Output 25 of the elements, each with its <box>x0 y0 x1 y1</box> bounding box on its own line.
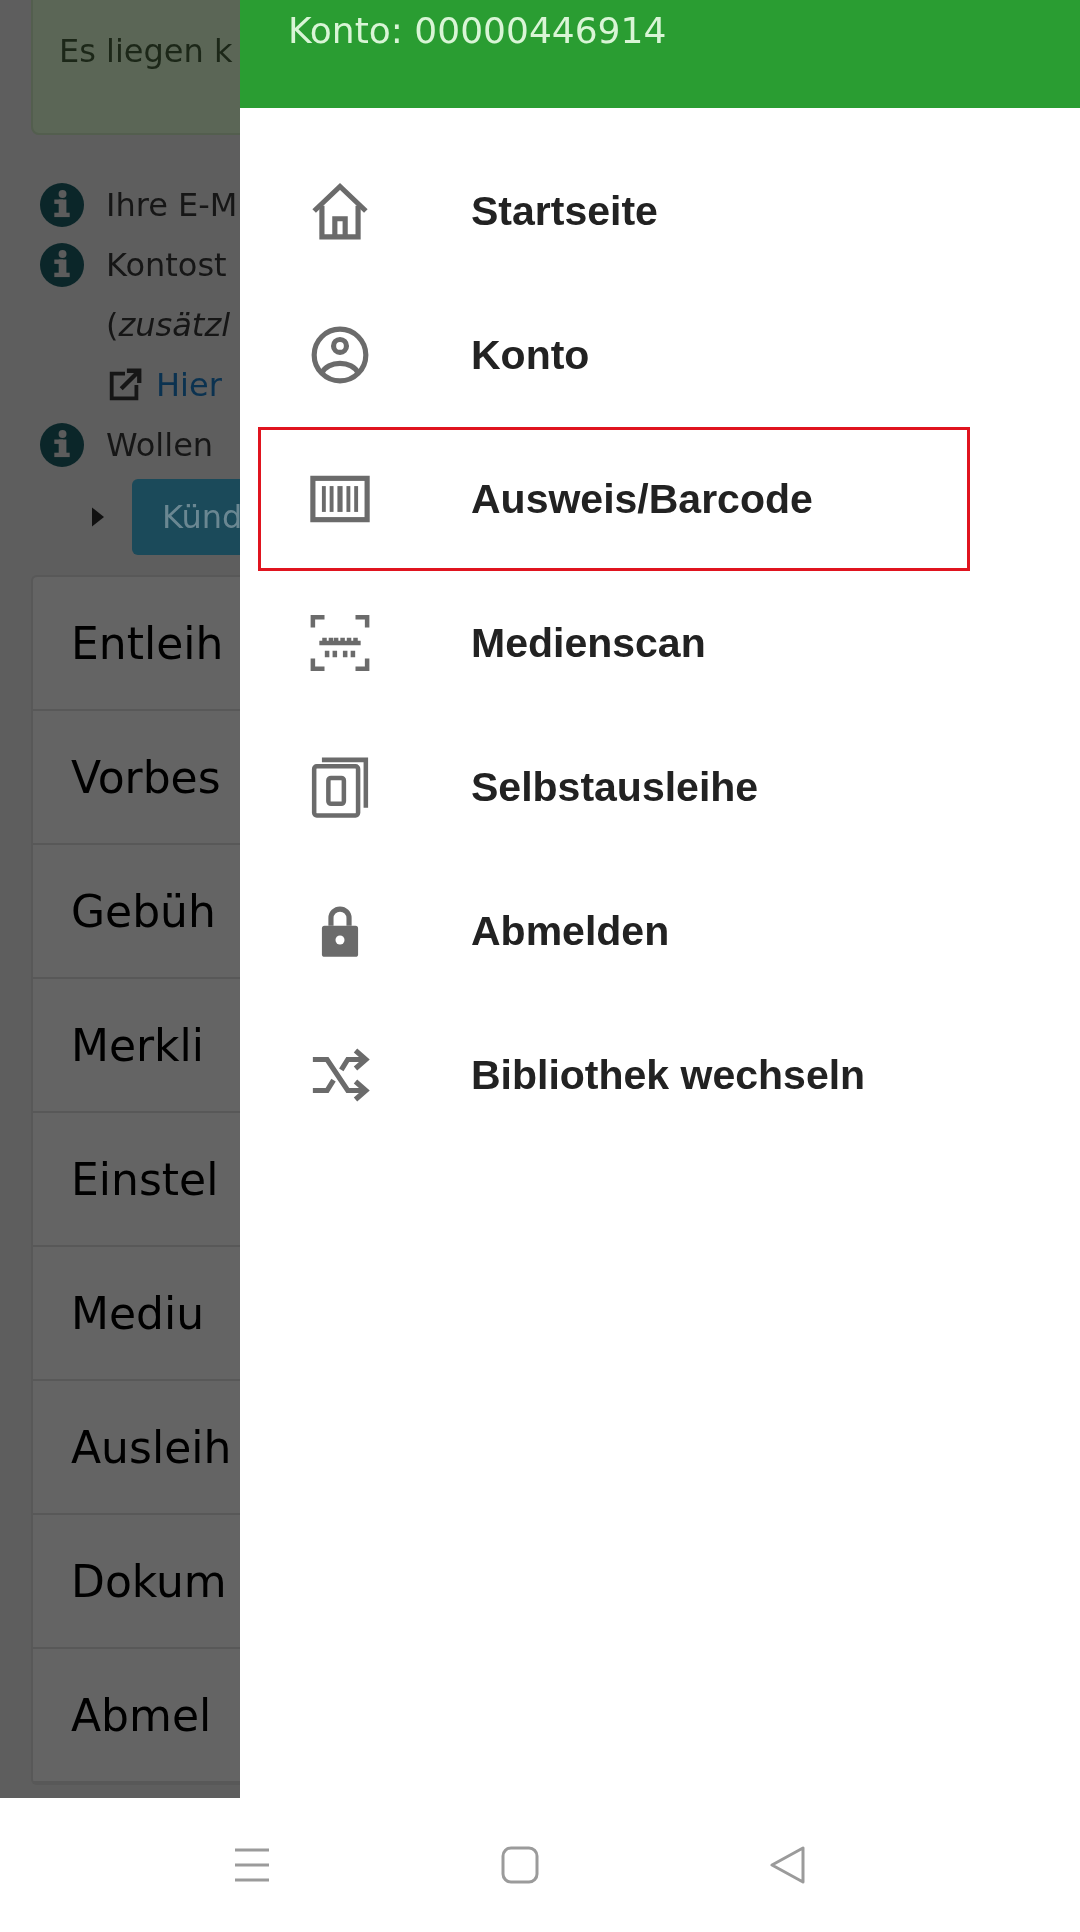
link[interactable]: Hier <box>156 366 222 404</box>
info-icon <box>40 423 84 467</box>
back-icon[interactable] <box>769 1846 807 1884</box>
menu-item[interactable]: Bibliothek wechseln <box>258 1003 970 1147</box>
notice-text: Wollen <box>106 426 214 464</box>
scan-icon <box>309 612 371 674</box>
caret-icon <box>92 507 104 527</box>
menu-icon[interactable] <box>233 1846 271 1884</box>
menu-item[interactable]: Selbstausleihe <box>258 715 970 859</box>
user-circle-icon <box>309 324 371 386</box>
account-number: Konto: 00000446914 <box>288 10 667 51</box>
notice-text: (zusätzl <box>106 306 231 344</box>
menu-item[interactable]: Konto <box>258 283 970 427</box>
menu-item[interactable]: Ausweis/Barcode <box>258 427 970 571</box>
alert-text: Es liegen k <box>59 32 233 70</box>
menu-item[interactable]: Abmelden <box>258 859 970 1003</box>
home-button-icon[interactable] <box>501 1846 539 1884</box>
tablet-icon <box>309 756 371 818</box>
notice-text: Kontost <box>106 246 227 284</box>
menu-item[interactable]: Medienscan <box>258 571 970 715</box>
info-icon <box>40 243 84 287</box>
info-icon <box>40 183 84 227</box>
menu-item[interactable]: Startseite <box>258 139 970 283</box>
cancel-button[interactable]: Künd <box>132 479 240 555</box>
notice-text: Ihre E-M <box>106 186 238 224</box>
